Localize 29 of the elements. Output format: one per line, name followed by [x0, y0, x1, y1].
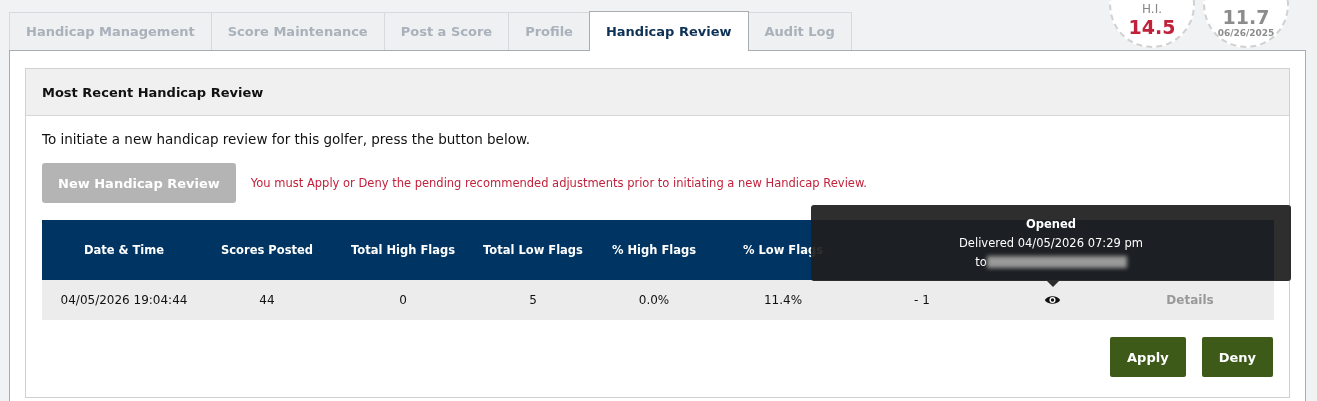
index-date: 06/26/2025 [1217, 28, 1275, 38]
table-cell: 0.0% [638, 293, 670, 307]
table-cell: 11.4% [763, 293, 803, 307]
card-title: Most Recent Handicap Review [42, 84, 264, 100]
tab[interactable]: Handicap Management [9, 12, 212, 50]
table-cell: - 1 [914, 293, 930, 307]
tooltip-title: Opened [1026, 217, 1076, 231]
tab[interactable]: Audit Log [747, 12, 852, 50]
table-cell: 04/05/2026 19:04:44 [60, 293, 188, 307]
column-header: Date & Time [83, 243, 165, 257]
column-header: Total Low Flags [483, 243, 583, 257]
table-cell: 44 [259, 293, 275, 307]
tab[interactable]: Handicap Review [588, 11, 749, 51]
index-value: 14.5 [1128, 16, 1176, 38]
tooltip-text: to [975, 255, 987, 269]
details-link[interactable]: Details [1166, 293, 1214, 307]
table-cell: 5 [529, 293, 537, 307]
warning-text: You must Apply or Deny the pending recommended adjustments prior to initiating a new Handicap Review. [250, 176, 867, 190]
action-button[interactable]: Apply [1110, 337, 1186, 377]
column-header: Total High Flags [350, 243, 455, 257]
tooltip-text: Delivered 04/05/2026 07:29 pm [959, 236, 1143, 250]
index-value: 11.7 [1222, 6, 1270, 28]
intro-text: To initiate a new handicap review for this golfer, press the button below. [42, 131, 531, 147]
column-header: % High Flags [611, 243, 697, 257]
action-button[interactable]: Deny [1201, 337, 1273, 377]
eye-icon[interactable] [1043, 294, 1061, 306]
index-label: H.I. [1142, 2, 1162, 16]
column-header: Scores Posted [221, 243, 313, 257]
table-cell: 0 [399, 293, 407, 307]
